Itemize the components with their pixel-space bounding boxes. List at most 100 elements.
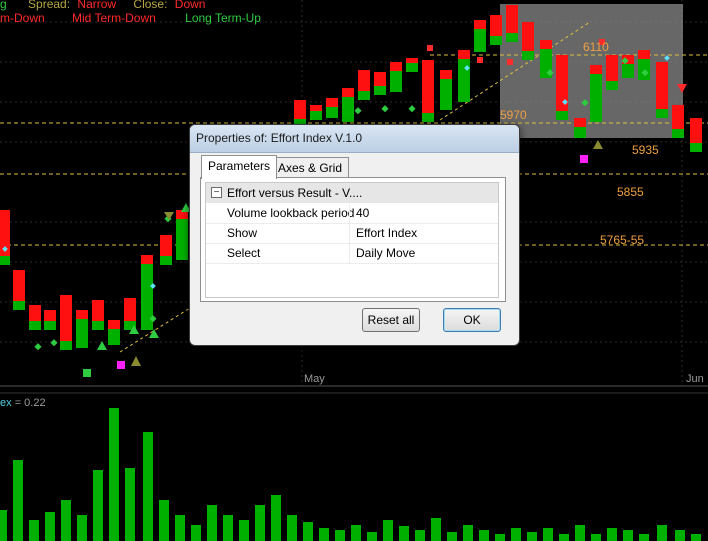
collapse-icon[interactable]: − <box>211 187 222 198</box>
level-label: 5970 <box>500 108 527 122</box>
candle-cap <box>638 50 650 59</box>
volume-bar <box>255 505 265 541</box>
candle-cap <box>672 129 684 138</box>
volume-bar <box>319 528 329 541</box>
volume-bar <box>511 528 521 541</box>
candle <box>422 60 434 122</box>
header-line-2: m-Down Mid Term-Down Long Term-Up <box>0 11 261 25</box>
candle-cap <box>522 51 534 60</box>
property-row-select[interactable]: Select Daily Move <box>206 243 498 264</box>
property-value[interactable]: Daily Move <box>356 246 415 260</box>
volume-bar <box>175 515 185 541</box>
header-line-1: g Spread: Narrow Close: Down <box>0 0 205 11</box>
volume-bar <box>0 510 7 541</box>
volume-bar <box>287 515 297 541</box>
volume-bar <box>45 512 55 541</box>
volume-bar <box>575 525 585 541</box>
indicator-name: ex <box>0 397 12 409</box>
level-label: 5765-55 <box>600 233 645 247</box>
volume-bar <box>675 530 685 541</box>
volume-bar <box>415 530 425 541</box>
candle-cap <box>160 256 172 265</box>
volume-bar <box>657 525 667 541</box>
property-category[interactable]: − Effort versus Result - V.... <box>206 183 498 203</box>
volume-bar <box>29 520 39 541</box>
header-item: Close: <box>133 0 168 11</box>
volume-bar <box>77 515 87 541</box>
candle-cap <box>656 109 668 118</box>
property-value[interactable]: Effort Index <box>356 226 417 240</box>
volume-bar <box>367 532 377 541</box>
properties-dialog: Properties of: Effort Index V.1.0 Parame… <box>189 124 520 346</box>
candle-cap <box>310 111 322 120</box>
volume-bar <box>239 520 249 541</box>
volume-bar <box>223 515 233 541</box>
volume-bar <box>639 534 649 541</box>
volume-bar <box>207 505 217 541</box>
tab-axes-grid[interactable]: Axes & Grid <box>271 157 350 178</box>
volume-bar <box>383 520 393 541</box>
candle-cap <box>92 321 104 330</box>
volume-bar <box>431 518 441 541</box>
candle-cap <box>590 65 602 74</box>
header-item: Long Term-Up <box>185 11 261 25</box>
reset-all-button[interactable]: Reset all <box>362 308 420 332</box>
volume-bar <box>463 525 473 541</box>
dialog-title: Properties of: Effort Index V.1.0 <box>196 131 363 145</box>
square-marker <box>507 59 513 65</box>
header-item: g <box>0 0 7 11</box>
volume-bar <box>399 526 409 541</box>
volume-bar <box>303 522 313 541</box>
category-label: Effort versus Result - V.... <box>227 186 363 200</box>
property-key: Select <box>227 246 261 260</box>
volume-bar <box>479 530 489 541</box>
candle-cap <box>326 98 338 107</box>
property-key: Volume lookback period <box>227 206 355 220</box>
candle-cap <box>606 81 618 90</box>
indicator-value: = 0.22 <box>14 397 46 409</box>
ok-button[interactable]: OK <box>443 308 501 332</box>
volume-bar <box>61 500 71 541</box>
tab-parameters[interactable]: Parameters <box>201 155 278 179</box>
x-axis-label: May <box>304 373 325 385</box>
volume-bar <box>13 460 23 541</box>
dialog-titlebar[interactable]: Properties of: Effort Index V.1.0 <box>190 125 519 153</box>
candle-cap <box>474 20 486 29</box>
candle-cap <box>556 111 568 120</box>
property-row-show[interactable]: Show Effort Index <box>206 223 498 244</box>
header-item: Spread: <box>28 0 71 11</box>
candle-cap <box>506 33 518 42</box>
header-item: Mid Term-Down <box>72 11 156 25</box>
indicator-readout: ex = 0.22 <box>0 397 46 409</box>
candle-cap <box>358 91 370 100</box>
candle-cap <box>406 63 418 72</box>
volume-bar <box>527 532 537 541</box>
parameters-panel: − Effort versus Result - V.... Volume lo… <box>200 177 506 302</box>
square-marker <box>427 45 433 51</box>
header-item: Down <box>174 0 206 11</box>
volume-bar <box>335 530 345 541</box>
volume-bar <box>143 432 153 541</box>
volume-bar <box>159 500 169 541</box>
candle-cap <box>44 321 56 330</box>
volume-bar <box>125 468 135 541</box>
header-item: Narrow <box>77 0 117 11</box>
property-grid: − Effort versus Result - V.... Volume lo… <box>205 182 499 298</box>
square-marker <box>477 57 483 63</box>
square-marker <box>83 369 91 377</box>
volume-bar <box>623 530 633 541</box>
candle-cap <box>0 256 10 265</box>
candle-cap <box>60 341 72 350</box>
property-key: Show <box>227 226 258 240</box>
candle-cap <box>690 143 702 152</box>
volume-bar <box>495 534 505 541</box>
candle-cap <box>422 113 434 122</box>
x-axis-label: Jun <box>686 373 704 385</box>
level-label: 6110 <box>583 40 609 54</box>
volume-bar <box>447 532 457 541</box>
volume-bar <box>559 534 569 541</box>
candle-cap <box>390 62 402 71</box>
property-value[interactable]: 40 <box>356 206 369 220</box>
square-marker <box>117 361 125 369</box>
property-row-volume-lookback[interactable]: Volume lookback period 40 <box>206 203 498 224</box>
